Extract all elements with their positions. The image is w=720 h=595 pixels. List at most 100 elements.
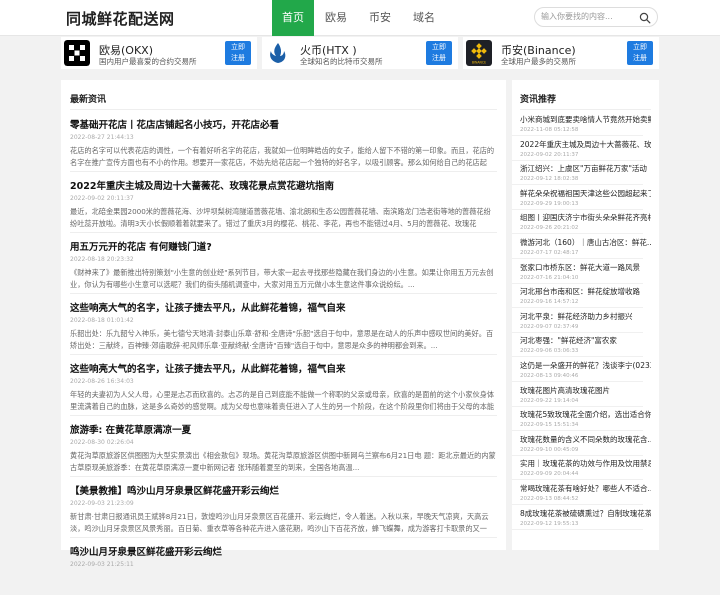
- exchange-card-binance[interactable]: BINANCE 币安(Binance) 全球用户最多的交易所 立即 注册: [463, 37, 659, 69]
- article-item: 这些响亮大气的名字，让孩子捷去平凡，从此鲜花着锦，福气自来 2022-08-26 …: [70, 361, 497, 412]
- nav-item-okx[interactable]: 欧易: [314, 0, 358, 36]
- recommend-item: 实用｜玫瑰花茶的功效与作用及饮用禁忌 2022-09-09 20:04:44: [520, 458, 651, 477]
- recommend-item: 组图丨迎国庆济宁市街头朵朵鲜花齐亮相 2022-09-26 20:21:02: [520, 212, 651, 231]
- recommend-date: 2022-09-13 08:44:52: [520, 496, 579, 502]
- search-icon[interactable]: [639, 12, 651, 24]
- recommend-date: 2022-09-02 20:11:37: [520, 151, 579, 158]
- recommend-item: 张家口市桥东区：鲜花大道一路风景 2022-07-16 21:04:10: [520, 262, 651, 281]
- article-date: 2022-08-27 21:44:13: [70, 134, 134, 141]
- register-label-line2: 注册: [231, 54, 245, 62]
- recommend-date: 2022-09-16 14:57:12: [520, 299, 579, 306]
- site-logo[interactable]: 同城鲜花配送网: [66, 8, 175, 29]
- recommend-item: 玫瑰花图片高清玫瑰花图片 2022-09-22 19:14:04: [520, 385, 651, 404]
- divider: [70, 354, 497, 355]
- recommend-date: 2022-09-15 15:51:34: [520, 422, 579, 429]
- recommend-title[interactable]: 这仍是一朵盛开的鲜花？浅谈李宁(02331)...: [520, 360, 651, 371]
- svg-text:BINANCE: BINANCE: [472, 61, 486, 65]
- register-label-line1: 立即: [432, 43, 446, 51]
- article-title[interactable]: 零基础开花店丨花店店铺起名小技巧，开花店必看: [70, 117, 497, 131]
- divider: [512, 159, 643, 161]
- htx-logo-icon: [265, 40, 291, 66]
- article-title[interactable]: 这些响亮大气的名字，让孩子捷去平凡，从此鲜花着锦，福气自来: [70, 361, 497, 375]
- recommend-title[interactable]: 小米商城到底要卖啥情人节竟然开始卖鲜花了: [520, 114, 651, 125]
- recommend-title[interactable]: 常喝玫瑰花茶有啥好处？哪些人不适合...: [520, 483, 651, 494]
- divider: [512, 258, 643, 259]
- recommend-date: 2022-09-09 20:04:44: [520, 471, 579, 478]
- recommend-item: 玫瑰花数量的含义不同朵数的玫瑰花含... 2022-09-10 00:45:09: [520, 434, 651, 453]
- divider: [70, 293, 497, 294]
- recommend-date: 2022-09-26 20:21:02: [520, 225, 579, 232]
- article-date: 2022-08-18 01:01:42: [70, 317, 134, 324]
- article-excerpt: 最近，北碚金果园2000米的蔷薇花海、沙坪坝梨树湾隧道蔷薇花墙、渝北朗和生态公园…: [70, 207, 491, 228]
- divider: [512, 528, 643, 530]
- recommend-date: 2022-07-17 02:48:17: [520, 250, 579, 256]
- divider: [512, 233, 643, 235]
- article-excerpt: 年轻的夫妻初为人父人母，心里是忐忑而欣喜的。忐忑的是自己到底能不能做一个称职的父…: [70, 390, 495, 411]
- article-excerpt: 《财神来了》最新推出特别策划"小生意的创业经"系列节目，带大家一起去寻找那些隐藏…: [70, 268, 494, 289]
- article-title[interactable]: 这些响亮大气的名字，让孩子捷去平凡，从此鲜花着锦，福气自来: [70, 300, 497, 314]
- recommend-item: 小米商城到底要卖啥情人节竟然开始卖鲜花了 2022-11-08 05:12:58: [520, 114, 651, 133]
- article-item: 旅游季: 在黄花草原满凉一夏 2022-08-30 02:26:04 黄花沟草原旅游…: [70, 422, 497, 473]
- article-item: 这些响亮大气的名字，让孩子捷去平凡，从此鲜花着锦，福气自来 2022-08-18 …: [70, 300, 497, 351]
- exchange-desc: 国内用户最喜爱的合约交易所: [99, 57, 197, 66]
- article-title[interactable]: 鸣沙山月牙泉景区鲜花盛开彩云绚烂: [70, 544, 497, 558]
- recommend-title[interactable]: 玫瑰花图片高清玫瑰花图片: [520, 385, 651, 396]
- recommend-title[interactable]: 浙江绍兴：上虞区"万亩鲜花万家"活动: [520, 163, 651, 174]
- recommend-title[interactable]: 河北枣强："鲜花经济"富农家: [520, 335, 651, 346]
- article-excerpt: [70, 572, 497, 595]
- register-button[interactable]: 立即 注册: [627, 41, 653, 65]
- recommend-title[interactable]: 8成玫瑰花茶被硫磺熏过？自制玫瑰花茶...: [520, 508, 651, 519]
- recommend-date: 2022-09-07 02:37:49: [520, 323, 579, 330]
- recommend-title[interactable]: 玫瑰花数量的含义不同朵数的玫瑰花含...: [520, 434, 651, 445]
- article-title[interactable]: 用五万元开的花店 有何赚钱门道?: [70, 239, 497, 253]
- divider: [512, 282, 643, 284]
- article-title[interactable]: 旅游季: 在黄花草原满凉一夏: [70, 422, 497, 436]
- article-title[interactable]: 【美景教推】鸣沙山月牙泉景区鲜花盛开彩云绚烂: [70, 483, 497, 497]
- recommend-title[interactable]: 玫瑰花5致玫瑰花全面介绍，选出适合你的: [520, 409, 651, 420]
- divider: [70, 109, 497, 110]
- nav-item-domain[interactable]: 域名: [402, 0, 446, 36]
- article-excerpt: 花店的名字可以代表花店的调性，一个有着好听名字的花店，我就如一位明眸皓齿的女子，…: [70, 146, 495, 167]
- section-title: 资讯推荐: [520, 95, 557, 105]
- register-button[interactable]: 立即 注册: [426, 41, 452, 65]
- article-date: 2022-09-03 21:25:11: [70, 561, 134, 568]
- recommend-item: 8成玫瑰花茶被硫磺熏过？自制玫瑰花茶... 2022-09-12 19:55:13: [520, 508, 651, 527]
- nav-item-binance[interactable]: 币安: [358, 0, 402, 36]
- recommend-item: 浙江绍兴：上虞区"万亩鲜花万家"活动 2022-09-12 18:02:38: [520, 163, 651, 182]
- recommend-title[interactable]: 组图丨迎国庆济宁市街头朵朵鲜花齐亮相: [520, 212, 651, 223]
- article-date: 2022-08-30 02:26:04: [70, 439, 134, 446]
- recommend-title[interactable]: 鲜花朵朵祝福祖国天津这些公园超起来了: [520, 188, 651, 199]
- divider: [520, 109, 651, 110]
- recommend-title[interactable]: 河北邢台市南和区：鲜花绽放增收路: [520, 286, 651, 297]
- divider: [512, 331, 643, 333]
- divider: [512, 381, 643, 382]
- divider: [512, 184, 643, 186]
- recommend-date: 2022-09-12 19:55:13: [520, 520, 579, 527]
- exchange-card-okx[interactable]: 欧易(OKX) 国内用户最喜爱的合约交易所 立即 注册: [61, 37, 257, 69]
- recommend-title[interactable]: 微游河北（160）｜唐山古冶区：鲜花...: [520, 237, 651, 248]
- exchange-card-htx[interactable]: 火币(HTX ) 全球知名的比特币交易所 立即 注册: [262, 37, 458, 69]
- recommend-item: 河北平泉：鲜花经济助力乡村振兴 2022-09-07 02:37:49: [520, 311, 651, 330]
- article-excerpt: 黄花沟草原旅游区供图图为大型实景演出《相会敖包》现场。黄花沟草原旅游区供图中新网…: [70, 451, 496, 472]
- recommend-item: 河北枣强："鲜花经济"富农家 2022-09-06 03:06:33: [520, 335, 651, 354]
- divider: [512, 405, 643, 407]
- register-label-line1: 立即: [633, 43, 647, 51]
- recommend-title[interactable]: 2022年重庆主城及周边十大蔷薇花、玫瑰花景点: [520, 139, 651, 150]
- divider: [70, 476, 497, 477]
- recommend-title[interactable]: 张家口市桥东区：鲜花大道一路风景: [520, 262, 651, 273]
- register-label-line2: 注册: [633, 54, 647, 62]
- divider: [512, 454, 643, 456]
- article-title[interactable]: 2022年重庆主城及周边十大蔷薇花、玫瑰花景点赏花避坑指南: [70, 178, 497, 192]
- recommend-date: 2022-11-08 05:12:58: [520, 127, 579, 133]
- okx-logo-icon: [64, 40, 90, 66]
- recommend-item: 玫瑰花5致玫瑰花全面介绍，选出适合你的 2022-09-15 15:51:34: [520, 409, 651, 428]
- nav-item-home[interactable]: 首页: [272, 0, 314, 36]
- search-input[interactable]: [541, 12, 637, 21]
- exchange-cards: 欧易(OKX) 国内用户最喜爱的合约交易所 立即 注册 火币(HTX ) 全球知名…: [61, 37, 659, 69]
- section-title: 最新资讯: [70, 95, 107, 105]
- article-date: 2022-08-18 20:23:32: [70, 256, 134, 263]
- register-button[interactable]: 立即 注册: [225, 41, 251, 65]
- recommend-title[interactable]: 河北平泉：鲜花经济助力乡村振兴: [520, 311, 651, 322]
- recommend-title[interactable]: 实用｜玫瑰花茶的功效与作用及饮用禁忌: [520, 458, 651, 469]
- divider: [512, 479, 643, 481]
